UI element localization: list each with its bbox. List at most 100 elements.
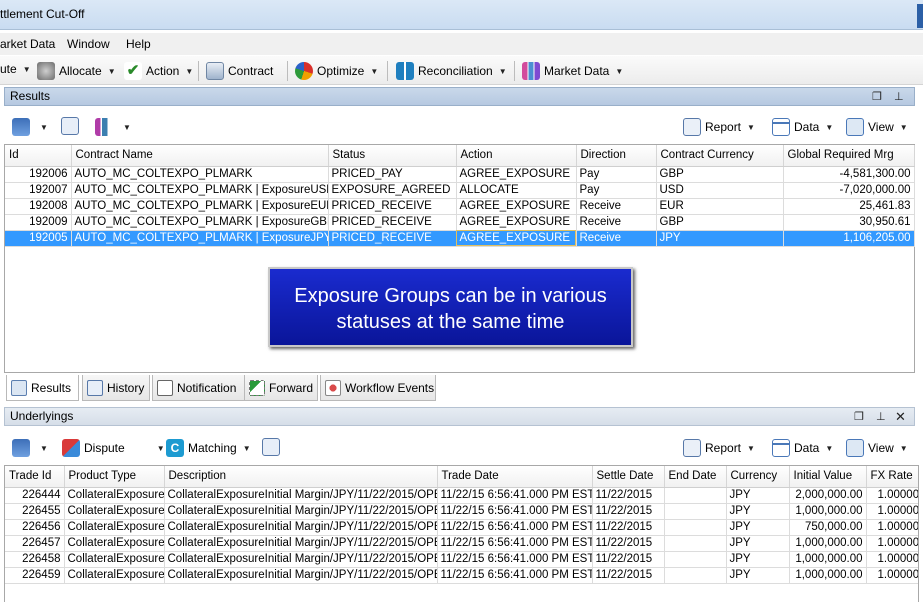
cell-initial-value[interactable]: 1,000,000.00 bbox=[789, 567, 867, 584]
cell-initial-value[interactable]: 750,000.00 bbox=[789, 519, 867, 536]
table-row[interactable]: 192006 AUTO_MC_COLTEXPO_PLMARK PRICED_PAY A… bbox=[5, 166, 915, 183]
data-button[interactable]: Data ▼ bbox=[772, 439, 833, 457]
table-row[interactable]: 192009 AUTO_MC_COLTEXPO_PLMARK | Exposure… bbox=[5, 214, 915, 231]
reconciliation-button[interactable]: Reconciliation ▼ bbox=[396, 62, 507, 80]
cell-currency[interactable]: JPY bbox=[726, 487, 790, 504]
table-row[interactable]: 226458 CollateralExposure CollateralExposu… bbox=[5, 551, 918, 568]
cell-end-date[interactable] bbox=[664, 551, 727, 568]
cell-direction[interactable]: Pay bbox=[576, 182, 657, 199]
cell-global-required-mrg[interactable]: -7,020,000.00 bbox=[783, 182, 915, 199]
cell-action[interactable]: AGREE_EXPOSURE bbox=[456, 230, 577, 247]
cell-end-date[interactable] bbox=[664, 535, 727, 552]
column-header-currency[interactable]: Currency bbox=[726, 466, 790, 488]
cell-trade-id[interactable]: 226457 bbox=[5, 535, 65, 552]
cell-status[interactable]: PRICED_RECEIVE bbox=[328, 198, 457, 215]
cell-contract-name[interactable]: AUTO_MC_COLTEXPO_PLMARK | ExposureEUR bbox=[71, 198, 329, 215]
cell-trade-id[interactable]: 226458 bbox=[5, 551, 65, 568]
column-header-contract-name[interactable]: Contract Name bbox=[71, 145, 329, 167]
column-header-settle-date[interactable]: Settle Date bbox=[592, 466, 665, 488]
dispute-button[interactable]: Dispute ▼ bbox=[62, 439, 165, 457]
cell-trade-id[interactable]: 226455 bbox=[5, 503, 65, 520]
cell-description[interactable]: CollateralExposureInitial Margin/JPY/11/… bbox=[164, 567, 438, 584]
cell-description[interactable]: CollateralExposureInitial Margin/JPY/11/… bbox=[164, 535, 438, 552]
cell-description[interactable]: CollateralExposureInitial Margin/JPY/11/… bbox=[164, 503, 438, 520]
cell-end-date[interactable] bbox=[664, 519, 727, 536]
cell-product-type[interactable]: CollateralExposure bbox=[64, 503, 165, 520]
cell-currency[interactable]: JPY bbox=[726, 535, 790, 552]
cell-contract-currency[interactable]: JPY bbox=[656, 230, 784, 247]
matching-button[interactable]: C Matching ▼ bbox=[166, 439, 251, 457]
table-row[interactable]: 192005 AUTO_MC_COLTEXPO_PLMARK | Exposure… bbox=[5, 230, 915, 247]
menu-window[interactable]: Window bbox=[67, 37, 110, 51]
cell-currency[interactable]: JPY bbox=[726, 503, 790, 520]
cell-contract-name[interactable]: AUTO_MC_COLTEXPO_PLMARK | ExposureGBP bbox=[71, 214, 329, 231]
cell-product-type[interactable]: CollateralExposure bbox=[64, 551, 165, 568]
cell-end-date[interactable] bbox=[664, 567, 727, 584]
cell-trade-date[interactable]: 11/22/15 6:56:41.000 PM EST bbox=[437, 567, 593, 584]
cell-trade-id[interactable]: 226459 bbox=[5, 567, 65, 584]
chart-settings-button[interactable]: ▼ bbox=[95, 118, 131, 136]
cell-global-required-mrg[interactable]: 30,950.61 bbox=[783, 214, 915, 231]
cell-id[interactable]: 192006 bbox=[5, 166, 72, 183]
table-row[interactable]: 226456 CollateralExposure CollateralExposu… bbox=[5, 519, 918, 536]
column-header-description[interactable]: Description bbox=[164, 466, 438, 488]
cell-product-type[interactable]: CollateralExposure bbox=[64, 487, 165, 504]
cell-currency[interactable]: JPY bbox=[726, 551, 790, 568]
cell-direction[interactable]: Pay bbox=[576, 166, 657, 183]
cell-id[interactable]: 192009 bbox=[5, 214, 72, 231]
report-button[interactable]: Report ▼ bbox=[683, 439, 755, 457]
column-header-product-type[interactable]: Product Type bbox=[64, 466, 165, 488]
cell-action[interactable]: ALLOCATE bbox=[456, 182, 577, 199]
contract-button[interactable]: Contract bbox=[206, 62, 273, 80]
cell-trade-date[interactable]: 11/22/15 6:56:41.000 PM EST bbox=[437, 551, 593, 568]
cell-initial-value[interactable]: 1,000,000.00 bbox=[789, 551, 867, 568]
cell-contract-name[interactable]: AUTO_MC_COLTEXPO_PLMARK | ExposureUSD bbox=[71, 182, 329, 199]
cell-action[interactable]: AGREE_EXPOSURE bbox=[456, 166, 577, 183]
table-row[interactable]: 226459 CollateralExposure CollateralExposu… bbox=[5, 567, 918, 584]
cell-contract-currency[interactable]: GBP bbox=[656, 214, 784, 231]
cell-end-date[interactable] bbox=[664, 503, 727, 520]
cell-fx-rate[interactable]: 1.000000 bbox=[866, 567, 918, 584]
column-header-status[interactable]: Status bbox=[328, 145, 457, 167]
cell-id[interactable]: 192005 bbox=[5, 230, 72, 247]
cell-settle-date[interactable]: 11/22/2015 bbox=[592, 519, 665, 536]
view-button[interactable]: View ▼ bbox=[846, 118, 908, 136]
cell-initial-value[interactable]: 1,000,000.00 bbox=[789, 503, 867, 520]
market-data-button[interactable]: Market Data ▼ bbox=[522, 62, 623, 80]
menu-help[interactable]: Help bbox=[126, 37, 151, 51]
tab-notification[interactable]: Notification bbox=[152, 375, 245, 401]
filter-button[interactable]: ▼ bbox=[12, 118, 48, 136]
cell-status[interactable]: PRICED_RECEIVE bbox=[328, 214, 457, 231]
cell-initial-value[interactable]: 1,000,000.00 bbox=[789, 535, 867, 552]
cell-global-required-mrg[interactable]: 1,106,205.00 bbox=[783, 230, 915, 247]
history-clock-button[interactable] bbox=[61, 117, 83, 135]
cell-status[interactable]: EXPOSURE_AGREED bbox=[328, 182, 457, 199]
cell-trade-date[interactable]: 11/22/15 6:56:41.000 PM EST bbox=[437, 503, 593, 520]
allocate-button[interactable]: Allocate ▼ bbox=[37, 62, 116, 80]
column-header-direction[interactable]: Direction bbox=[576, 145, 657, 167]
cell-product-type[interactable]: CollateralExposure bbox=[64, 519, 165, 536]
cell-direction[interactable]: Receive bbox=[576, 198, 657, 215]
cell-trade-id[interactable]: 226444 bbox=[5, 487, 65, 504]
cell-status[interactable]: PRICED_RECEIVE bbox=[328, 230, 457, 247]
cell-contract-currency[interactable]: USD bbox=[656, 182, 784, 199]
cell-settle-date[interactable]: 11/22/2015 bbox=[592, 551, 665, 568]
filter-button[interactable]: ▼ bbox=[12, 439, 48, 457]
cell-direction[interactable]: Receive bbox=[576, 230, 657, 247]
close-icon[interactable]: ✕ bbox=[895, 408, 906, 425]
menu-market-data[interactable]: arket Data bbox=[0, 37, 55, 51]
cell-trade-id[interactable]: 226456 bbox=[5, 519, 65, 536]
restore-icon[interactable]: ❐ bbox=[872, 89, 882, 106]
cell-trade-date[interactable]: 11/22/15 6:56:41.000 PM EST bbox=[437, 535, 593, 552]
cell-settle-date[interactable]: 11/22/2015 bbox=[592, 567, 665, 584]
cell-action[interactable]: AGREE_EXPOSURE bbox=[456, 198, 577, 215]
table-row[interactable]: 226457 CollateralExposure CollateralExposu… bbox=[5, 535, 918, 552]
column-header-end-date[interactable]: End Date bbox=[664, 466, 727, 488]
cell-contract-currency[interactable]: EUR bbox=[656, 198, 784, 215]
cell-id[interactable]: 192008 bbox=[5, 198, 72, 215]
tab-results[interactable]: Results bbox=[6, 375, 79, 401]
tab-forward[interactable]: Forward bbox=[244, 375, 318, 401]
cell-currency[interactable]: JPY bbox=[726, 567, 790, 584]
cell-fx-rate[interactable]: 1.000000 bbox=[866, 535, 918, 552]
cell-action[interactable]: AGREE_EXPOSURE bbox=[456, 214, 577, 231]
